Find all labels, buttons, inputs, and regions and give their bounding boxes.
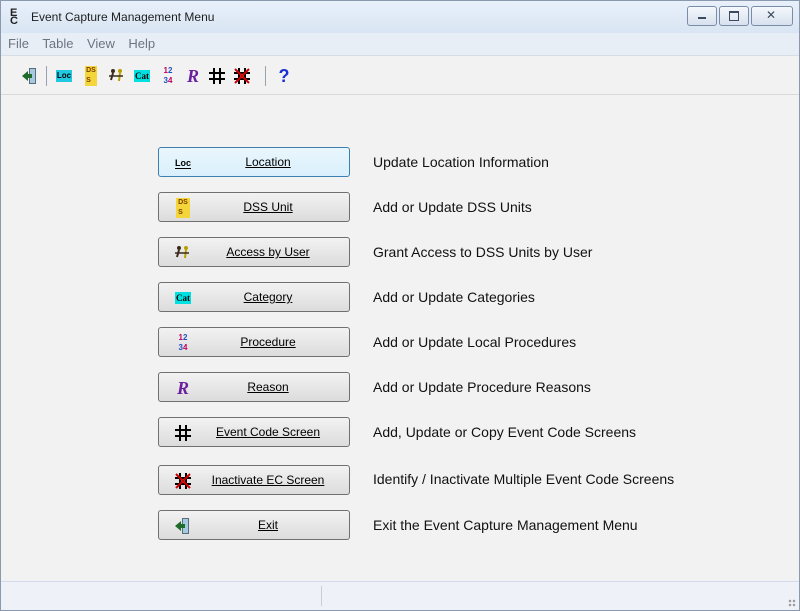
inactivate-ec-screen-description: Identify / Inactivate Multiple Event Cod… bbox=[373, 471, 675, 487]
exit-button-label: Exit bbox=[257, 518, 278, 532]
maximize-button[interactable] bbox=[719, 6, 749, 26]
window-controls bbox=[685, 6, 793, 26]
app-icon: EC bbox=[10, 7, 18, 27]
menu-table[interactable]: Table bbox=[42, 33, 73, 55]
main-panel: Loc Location Update Location Information… bbox=[1, 95, 799, 580]
location-description: Update Location Information bbox=[373, 154, 549, 170]
exit-icon bbox=[22, 68, 36, 84]
location-icon: Loc bbox=[55, 70, 73, 82]
procedure-button[interactable]: 12 34 Procedure bbox=[158, 327, 350, 357]
procedure-button-label: Procedure bbox=[240, 335, 296, 349]
toolbar-exit-button[interactable] bbox=[21, 67, 39, 85]
procedure-description: Add or Update Local Procedures bbox=[373, 334, 577, 350]
help-icon: ? bbox=[278, 65, 290, 86]
category-icon: Cat bbox=[134, 70, 150, 82]
dss-unit-icon: DS S bbox=[85, 66, 97, 86]
toolbar-separator bbox=[46, 66, 47, 86]
toolbar-access-button[interactable] bbox=[107, 67, 127, 85]
title-bar[interactable]: EC Event Capture Management Menu bbox=[1, 1, 799, 33]
procedure-icon: 12 34 bbox=[178, 333, 188, 352]
toolbar-inactivate-button[interactable] bbox=[232, 67, 252, 85]
inactivate-ec-screen-button-label: Inactivate EC Screen bbox=[211, 473, 325, 487]
toolbar-location-button[interactable]: Loc bbox=[54, 67, 74, 85]
toolbar-category-button[interactable]: Cat bbox=[132, 67, 152, 85]
close-button[interactable] bbox=[751, 6, 793, 26]
event-code-screen-button[interactable]: Event Code Screen bbox=[158, 417, 350, 447]
reason-button[interactable]: R Reason bbox=[158, 372, 350, 402]
event-code-screen-icon bbox=[209, 68, 225, 84]
reason-description: Add or Update Procedure Reasons bbox=[373, 379, 591, 395]
event-code-screen-description: Add, Update or Copy Event Code Screens bbox=[373, 424, 637, 440]
dss-unit-button-label: DSS Unit bbox=[243, 200, 293, 214]
resize-grip-icon[interactable] bbox=[788, 599, 796, 607]
window-title: Event Capture Management Menu bbox=[31, 10, 215, 24]
inactivate-ec-screen-icon bbox=[173, 472, 193, 490]
menu-view[interactable]: View bbox=[87, 33, 115, 55]
dss-unit-description: Add or Update DSS Units bbox=[373, 199, 532, 215]
dss-unit-icon: DS S bbox=[176, 198, 190, 218]
reason-icon: R bbox=[176, 377, 189, 398]
toolbar-event-code-button[interactable] bbox=[207, 67, 227, 85]
category-button-label: Category bbox=[243, 290, 293, 304]
procedure-icon: 12 34 bbox=[163, 66, 173, 85]
reason-button-label: Reason bbox=[247, 380, 289, 394]
access-by-user-button[interactable]: Access by User bbox=[158, 237, 350, 267]
category-button[interactable]: Cat Category bbox=[158, 282, 350, 312]
toolbar-reason-button[interactable]: R bbox=[183, 65, 203, 86]
app-window: EC Event Capture Management Menu File Ta… bbox=[0, 0, 800, 611]
access-by-user-icon bbox=[109, 69, 123, 82]
inactivate-ec-screen-button[interactable]: Inactivate EC Screen bbox=[158, 465, 350, 495]
toolbar-dss-unit-button[interactable]: DS S bbox=[81, 66, 101, 86]
event-code-screen-icon bbox=[173, 424, 193, 442]
minimize-button[interactable] bbox=[687, 6, 717, 26]
menu-file[interactable]: File bbox=[8, 33, 29, 55]
inactivate-ec-screen-icon bbox=[234, 68, 250, 84]
location-button[interactable]: Loc Location bbox=[158, 147, 350, 177]
exit-icon bbox=[173, 517, 193, 535]
toolbar-separator bbox=[265, 66, 266, 86]
toolbar-help-button[interactable]: ? bbox=[276, 65, 292, 86]
exit-button[interactable]: Exit bbox=[158, 510, 350, 540]
access-by-user-description: Grant Access to DSS Units by User bbox=[373, 244, 593, 260]
location-icon: Loc bbox=[174, 157, 191, 169]
dss-unit-button[interactable]: DS S DSS Unit bbox=[158, 192, 350, 222]
status-pane-main bbox=[1, 586, 322, 606]
status-bar bbox=[1, 581, 799, 610]
access-by-user-icon bbox=[173, 244, 193, 262]
menu-help[interactable]: Help bbox=[128, 33, 155, 55]
event-code-screen-button-label: Event Code Screen bbox=[215, 425, 321, 439]
location-button-label: Location bbox=[245, 155, 291, 169]
category-icon: Cat bbox=[175, 292, 191, 304]
toolbar-procedure-button[interactable]: 12 34 bbox=[158, 66, 178, 85]
toolbar: Loc DS S Cat 12 34 R ? bbox=[1, 56, 799, 95]
exit-description: Exit the Event Capture Management Menu bbox=[373, 517, 638, 533]
menu-bar: File Table View Help bbox=[1, 33, 799, 56]
category-description: Add or Update Categories bbox=[373, 289, 535, 305]
reason-icon: R bbox=[186, 65, 199, 86]
access-by-user-button-label: Access by User bbox=[226, 245, 310, 259]
